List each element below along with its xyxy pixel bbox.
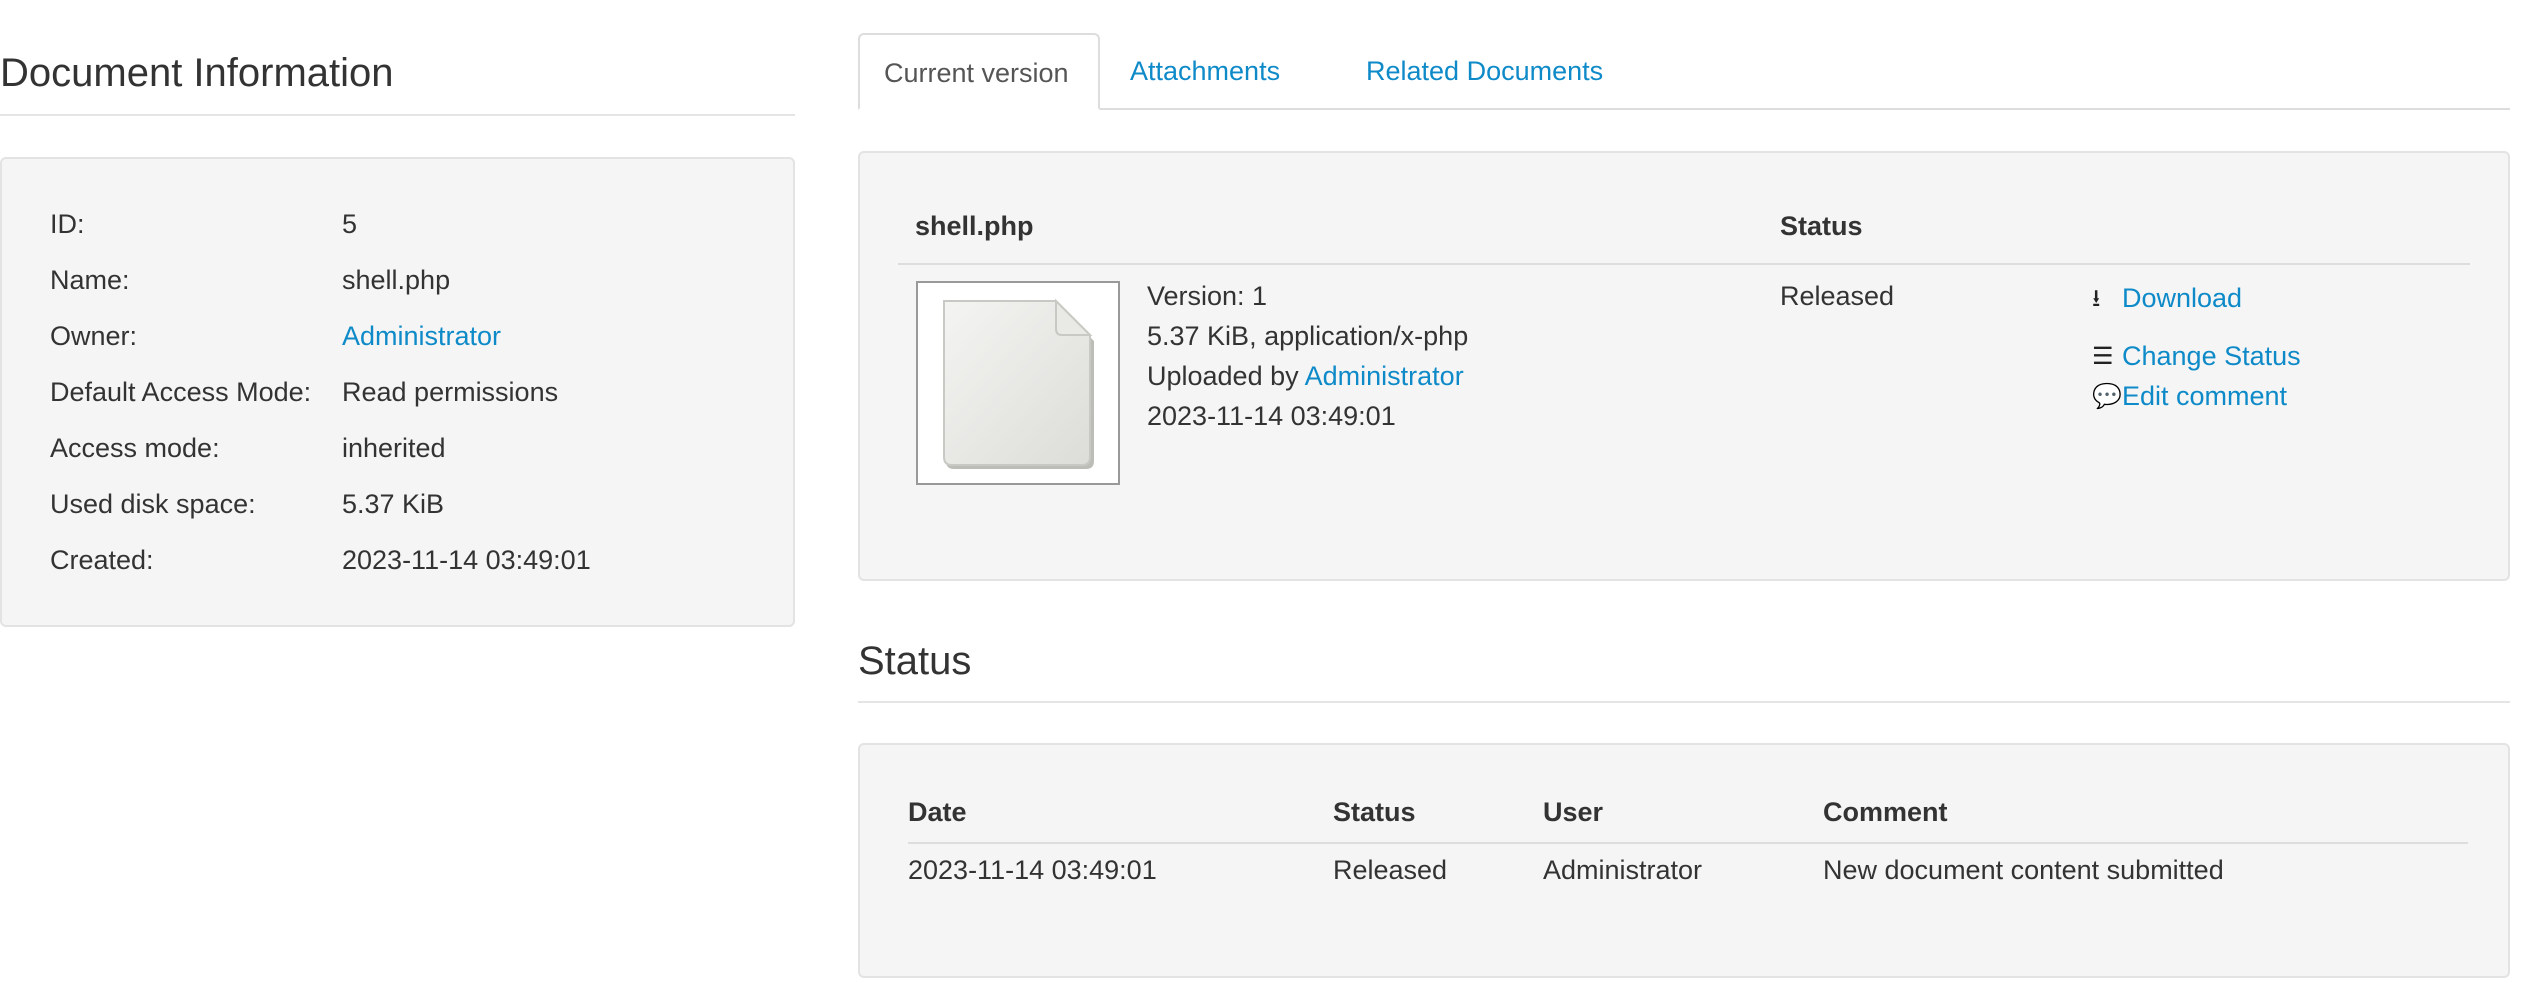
status-table-divider xyxy=(908,842,2468,844)
list-icon: ☰ xyxy=(2092,343,2114,370)
status-history-panel: Date Status User Comment 2023-11-14 03:4… xyxy=(858,743,2510,978)
uploaded-by-prefix: Uploaded by xyxy=(1147,361,1299,391)
current-version-panel: shell.php Status Version: 1 5.37 KiB, ap… xyxy=(858,151,2510,581)
file-size-type: 5.37 KiB, application/x-php xyxy=(1147,321,1469,351)
tab-related-documents[interactable]: Related Documents xyxy=(1342,33,1627,110)
edit-comment-label: Edit comment xyxy=(2122,381,2288,411)
info-value-created: 2023-11-14 03:49:01 xyxy=(342,545,591,575)
uploaded-by-line: Uploaded by Administrator xyxy=(1147,361,1464,392)
info-value-default-access-mode: Read permissions xyxy=(342,377,559,407)
status-header-user: User xyxy=(1543,797,1604,827)
document-file-icon xyxy=(943,298,1094,469)
status-header-status: Status xyxy=(1333,797,1416,827)
divider xyxy=(0,114,795,116)
document-info-well: ID: 5 Name: shell.php Owner: Administrat… xyxy=(0,157,795,627)
info-label-access-mode: Access mode: xyxy=(50,433,220,463)
version-tabs: Current version Attachments Related Docu… xyxy=(858,33,2510,110)
edit-comment-button[interactable]: 💬Edit comment xyxy=(2092,381,2287,412)
info-label-default-access-mode: Default Access Mode: xyxy=(50,377,312,407)
document-thumbnail[interactable] xyxy=(916,281,1120,485)
status-section-title: Status xyxy=(858,639,972,683)
info-label-id: ID: xyxy=(50,209,85,239)
info-label-owner: Owner: xyxy=(50,321,138,351)
uploader-link[interactable]: Administrator xyxy=(1305,361,1464,391)
info-label-name: Name: xyxy=(50,265,130,295)
status-row-date: 2023-11-14 03:49:01 xyxy=(908,855,1157,885)
info-value-used-disk-space: 5.37 KiB xyxy=(342,489,445,519)
info-label-used-disk-space: Used disk space: xyxy=(50,489,256,519)
download-icon: ⭳ xyxy=(2092,285,2101,312)
status-column-header: Status xyxy=(1780,211,1863,241)
version-status-value: Released xyxy=(1780,281,1895,311)
change-status-label: Change Status xyxy=(2122,341,2301,371)
download-label: Download xyxy=(2122,283,2243,313)
owner-link[interactable]: Administrator xyxy=(342,321,501,352)
status-row-comment: New document content submitted xyxy=(1823,855,2224,885)
comment-icon: 💬 xyxy=(2092,383,2122,410)
info-value-access-mode: inherited xyxy=(342,433,446,463)
download-button[interactable]: ⭳ Download xyxy=(2092,281,2242,322)
file-name-header: shell.php xyxy=(915,211,1034,241)
status-row-status: Released xyxy=(1333,855,1448,885)
table-header-divider xyxy=(898,263,2470,265)
status-header-date: Date xyxy=(908,797,967,827)
document-information-title: Document Information xyxy=(0,51,394,95)
tab-current-version[interactable]: Current version xyxy=(858,33,1100,110)
status-row-user: Administrator xyxy=(1543,855,1703,885)
status-header-comment: Comment xyxy=(1823,797,1948,827)
info-value-name: shell.php xyxy=(342,265,451,295)
status-divider xyxy=(858,701,2510,703)
upload-date: 2023-11-14 03:49:01 xyxy=(1147,401,1396,431)
version-label: Version: 1 xyxy=(1147,281,1268,311)
tab-attachments[interactable]: Attachments xyxy=(1106,33,1304,110)
info-label-created: Created: xyxy=(50,545,154,575)
info-value-id: 5 xyxy=(342,209,358,239)
change-status-button[interactable]: ☰ Change Status xyxy=(2092,341,2301,372)
